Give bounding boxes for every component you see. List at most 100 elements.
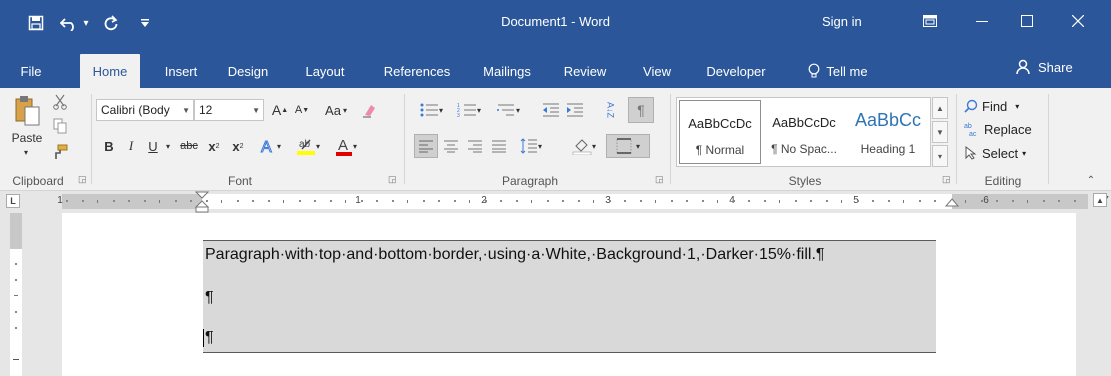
format-painter-icon[interactable] [50,142,70,162]
bullets-icon[interactable]: ▾ [414,99,448,121]
tell-me-box[interactable]: Tell me [786,54,890,88]
cut-icon[interactable] [50,92,70,112]
strikethrough-button[interactable]: abc [176,135,202,157]
paste-label[interactable]: Paste [10,130,44,146]
save-icon[interactable] [24,10,48,36]
sort-icon[interactable]: A↓Z [598,99,622,121]
subscript-button[interactable]: x2 [204,135,224,157]
increase-indent-icon[interactable] [564,99,586,121]
lightbulb-icon [809,63,820,78]
paragraph-3[interactable]: ¶ [205,329,214,347]
replace-icon: abac [964,123,977,137]
redo-icon[interactable] [100,10,122,36]
style-heading-1[interactable]: AaBbCc Heading 1 [847,100,929,164]
ruler-tick [531,200,532,203]
font-color-icon[interactable]: A ▾ [330,135,362,157]
text-highlight-color-icon[interactable]: ab ▾ [290,135,326,157]
undo-dropdown-icon[interactable]: ▾ [80,10,92,36]
minimize-icon[interactable] [962,6,1002,36]
share-label: Share [1038,59,1073,75]
align-left-button[interactable] [414,134,438,158]
find-button[interactable]: Find ▾ [964,95,1019,117]
multilevel-list-icon[interactable]: ▾ [490,99,526,121]
paste-dropdown-icon[interactable]: ▾ [18,146,34,158]
svg-text:ac: ac [969,131,977,137]
undo-icon[interactable] [58,10,80,36]
document-page[interactable]: Paragraph·with·top·and·bottom·border,·us… [62,213,1076,376]
styles-scroll-down-icon[interactable]: ▼ [932,121,948,143]
style-normal[interactable]: AaBbCcDc ¶ Normal [679,100,761,164]
horizontal-ruler[interactable]: 11234567 [57,194,1109,209]
style-no-spacing[interactable]: AaBbCcDc ¶ No Spac... [763,100,845,164]
text-effects-icon[interactable]: A ▾ [254,135,286,157]
ruler-number: 6 [983,195,989,206]
select-button[interactable]: Select ▾ [964,142,1026,164]
tab-references[interactable]: References [376,54,458,88]
ribbon-display-options-icon[interactable] [910,6,950,36]
close-icon[interactable] [1058,6,1098,36]
scroll-up-icon[interactable]: ▲ [1093,193,1107,207]
grow-font-icon[interactable]: A ▲ [270,99,290,121]
italic-button[interactable]: I [122,135,140,157]
tab-developer[interactable]: Developer [696,54,776,88]
font-launcher-icon[interactable]: ◲ [388,174,397,185]
vertical-ruler[interactable] [10,249,22,376]
align-right-button[interactable] [464,134,486,158]
font-name-combo[interactable]: Calibri (Body ▼ [96,99,194,121]
underline-button[interactable]: U [144,135,162,157]
sign-in-link[interactable]: Sign in [822,14,862,29]
shading-icon[interactable]: ▾ [566,134,602,158]
decrease-indent-icon[interactable] [540,99,562,121]
styles-scroll-up-icon[interactable]: ▲ [932,97,948,119]
font-size-dropdown-icon[interactable]: ▼ [252,106,260,115]
clipboard-launcher-icon[interactable]: ◲ [78,174,87,185]
ruler-dot [143,200,146,202]
paragraph-1[interactable]: Paragraph·with·top·and·bottom·border,·us… [205,246,825,264]
tab-review[interactable]: Review [558,54,612,88]
justify-button[interactable] [488,134,510,158]
line-spacing-icon[interactable]: ▾ [514,134,548,158]
tab-design[interactable]: Design [222,54,274,88]
tab-layout[interactable]: Layout [296,54,354,88]
clear-formatting-icon[interactable] [358,99,380,121]
tab-stop-selector[interactable]: L [6,194,20,208]
paragraph-launcher-icon[interactable]: ◲ [655,174,664,185]
styles-launcher-icon[interactable]: ◲ [942,174,951,185]
numbering-icon[interactable]: 1 2 3 ▾ [452,99,486,121]
maximize-icon[interactable] [1007,6,1047,36]
styles-more-icon[interactable]: ▾ [932,145,948,167]
ruler-dot [376,200,378,202]
paste-icon[interactable] [10,94,44,128]
shrink-font-icon[interactable]: A ▼ [292,99,312,121]
paragraph-2[interactable]: ¶ [205,289,214,307]
customize-quick-access-icon[interactable] [138,10,152,36]
ribbon-tabs: File Home Insert Design Layout Reference… [0,46,1111,88]
ruler-dot [391,200,394,202]
first-line-indent-marker[interactable] [195,191,209,213]
show-hide-marks-button[interactable]: ¶ [628,97,654,123]
borders-icon[interactable]: ▾ [606,134,650,158]
vertical-scrollbar[interactable] [1090,213,1111,376]
replace-button[interactable]: ab ac Replace [964,118,1032,140]
tab-view[interactable]: View [632,54,682,88]
tab-file[interactable]: File [14,54,48,88]
change-case-button[interactable]: Aa ▾ [318,99,354,121]
copy-icon[interactable] [50,116,70,136]
clipboard-group-label: Clipboard [12,174,64,188]
share-button[interactable]: Share [1016,54,1073,80]
superscript-button[interactable]: x2 [228,135,248,157]
editing-group-label: Editing [984,174,1022,188]
horizontal-ruler-area: L 11234567 [0,191,1111,213]
ruler-dot [236,200,239,202]
bold-button[interactable]: B [100,135,118,157]
ruler-dot [562,200,564,202]
font-name-dropdown-icon[interactable]: ▼ [182,106,190,115]
tab-mailings[interactable]: Mailings [474,54,540,88]
collapse-ribbon-icon[interactable]: ⌃ [1082,172,1100,188]
tab-home[interactable]: Home [80,54,140,88]
tab-insert[interactable]: Insert [156,54,206,88]
font-size-combo[interactable]: 12 ▼ [194,99,264,121]
underline-dropdown-icon[interactable]: ▾ [162,135,174,157]
right-indent-marker[interactable] [945,198,959,210]
align-center-button[interactable] [440,134,462,158]
